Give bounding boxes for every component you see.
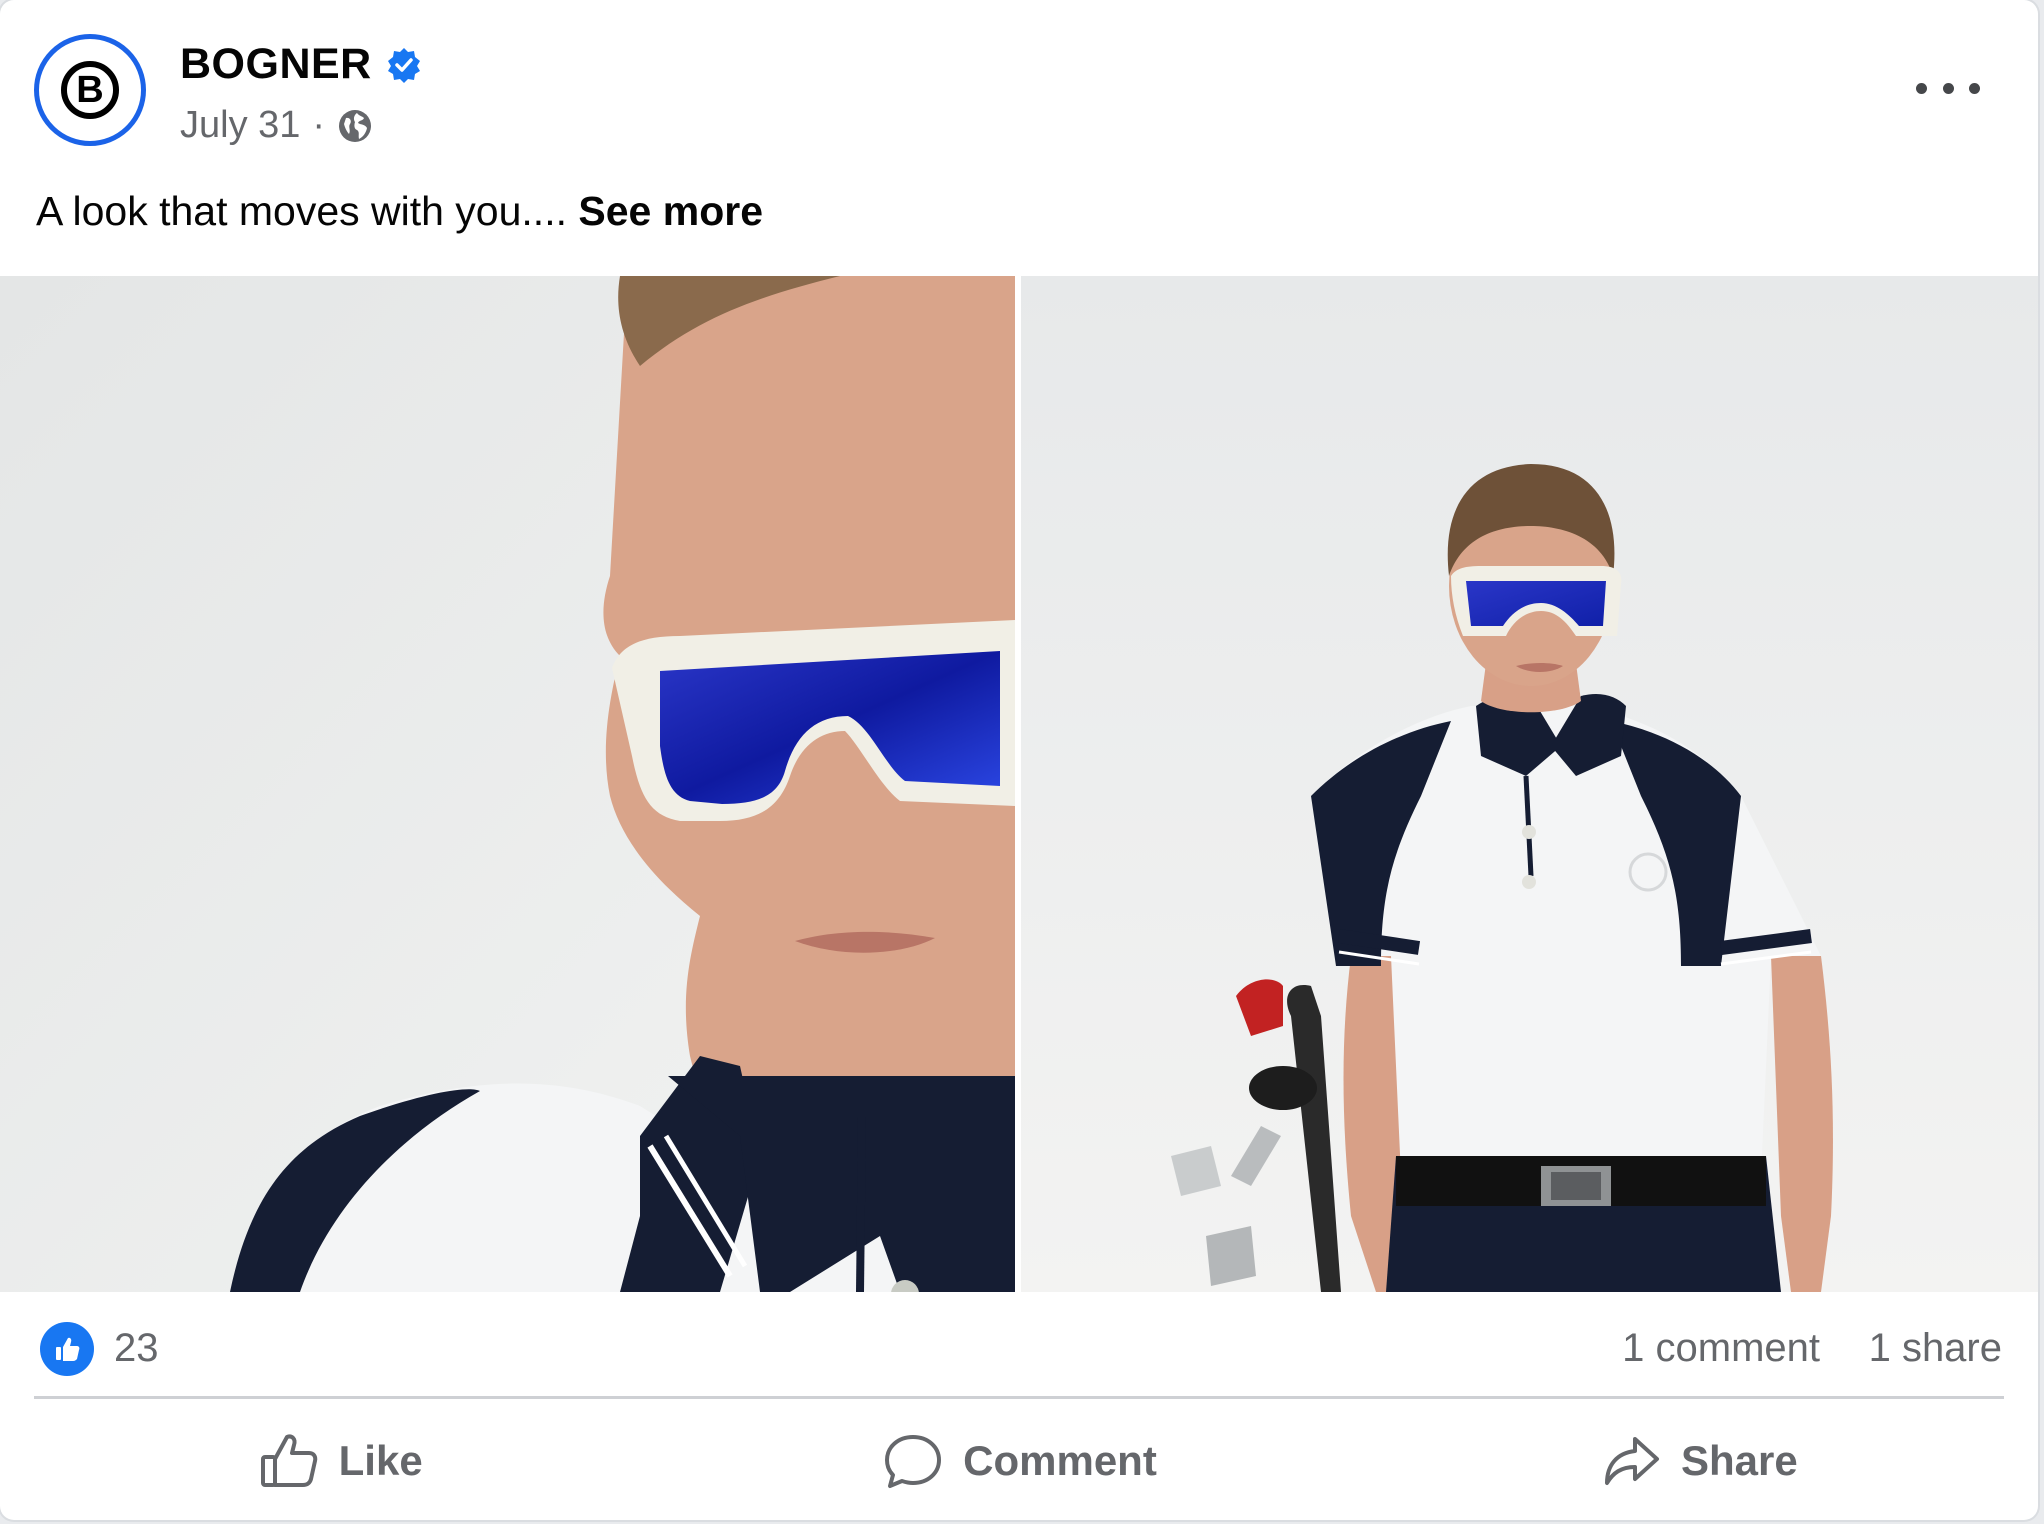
photo-fullbody-illustration (1021, 276, 2038, 1292)
thumbs-up-icon (260, 1434, 317, 1487)
share-count[interactable]: 1 share (1869, 1326, 2002, 1371)
like-button-label: Like (338, 1437, 423, 1484)
like-button[interactable]: Like (0, 1402, 679, 1520)
share-arrow-icon (1604, 1437, 1659, 1485)
share-button-label: Share (1680, 1437, 1798, 1484)
photo-closeup-illustration (0, 276, 1015, 1292)
globe-icon[interactable] (337, 108, 373, 144)
post-card: B BOGNER July 31 · A look that moves wit… (0, 0, 2038, 1520)
like-icon[interactable] (40, 1322, 94, 1376)
comment-icon (885, 1435, 942, 1488)
post-actions: Like Comment Share (0, 1402, 2038, 1520)
comment-button[interactable]: Comment (679, 1402, 1358, 1520)
post-meta: July 31 · (180, 104, 373, 147)
comment-count[interactable]: 1 comment (1622, 1326, 1820, 1371)
share-button[interactable]: Share (1359, 1402, 2038, 1520)
post-stats: 23 1 comment 1 share (0, 1292, 2038, 1396)
post-photo-1[interactable] (0, 276, 1015, 1292)
reaction-count[interactable]: 23 (114, 1326, 159, 1371)
post-media (0, 276, 2038, 1292)
verified-badge-icon (387, 47, 420, 83)
comment-button-label: Comment (963, 1437, 1157, 1484)
see-more-link[interactable]: See more (578, 188, 763, 234)
meta-separator: · (312, 104, 326, 146)
more-options-icon[interactable] (1916, 68, 1980, 108)
post-photo-2[interactable] (1021, 276, 2038, 1292)
caption-text: A look that moves with you.... (36, 188, 567, 234)
page-name[interactable]: BOGNER (180, 40, 372, 89)
post-date[interactable]: July 31 (180, 104, 300, 147)
post-caption: A look that moves with you.... See more (36, 188, 763, 235)
action-divider (34, 1396, 2004, 1399)
avatar-logo: B (61, 61, 119, 119)
page-name-row: BOGNER (180, 40, 422, 89)
page-avatar[interactable]: B (34, 34, 146, 146)
